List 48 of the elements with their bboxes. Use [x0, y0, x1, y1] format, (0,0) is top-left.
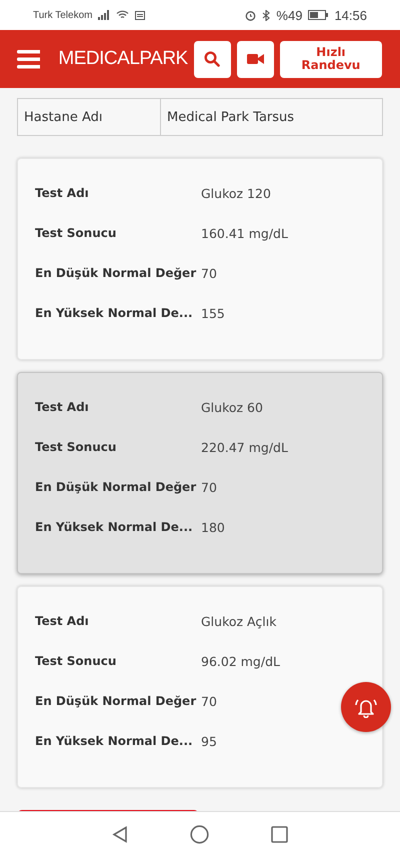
field-label: En Yüksek Normal De...	[35, 734, 194, 748]
field-label: En Yüksek Normal De...	[35, 306, 194, 320]
recent-apps-icon[interactable]	[271, 826, 288, 842]
field-value: 70	[201, 480, 218, 494]
field-value: 70	[201, 694, 218, 708]
field-value: 70	[201, 266, 218, 280]
result-card[interactable]: Test Adı Glukoz 120 Test Sonucu 160.41 mg/dL En Düşük Normal Değer 70 En Yüksek Normal De... 155	[17, 158, 383, 360]
field-value: 95	[201, 734, 218, 748]
field-value: 160.41 mg/dL	[201, 226, 289, 240]
battery-percent: %49	[276, 8, 302, 22]
menu-icon[interactable]	[17, 50, 40, 68]
table-cell-text: Hastane Adı	[23, 108, 104, 126]
field-label: Test Adı	[35, 614, 90, 628]
back-icon[interactable]	[112, 826, 128, 842]
result-card[interactable]: Test Adı Glukoz Açlık Test Sonucu 96.02 mg/dL En Düşük Normal Değer 70 En Yüksek Normal De... 95	[17, 586, 383, 788]
field-label: Test Sonucu	[35, 654, 118, 668]
alarm-icon	[245, 10, 256, 20]
result-card[interactable]: Test Adı Glukoz 60 Test Sonucu 220.47 mg/dL En Düşük Normal Değer 70 En Yüksek Normal De... 180	[17, 372, 383, 574]
home-icon[interactable]	[190, 824, 209, 844]
quick-appointment-button[interactable]: Hızlı Randevu	[280, 40, 382, 78]
battery-icon	[308, 10, 328, 20]
field-value: Glukoz 120	[201, 186, 272, 200]
carrier-name: Turk Telekom	[33, 10, 92, 20]
notification-icon	[135, 10, 146, 20]
brand-logo[interactable]: MEDICALPARK	[58, 48, 188, 70]
field-label: En Düşük Normal Değer	[35, 266, 198, 280]
field-value: 220.47 mg/dL	[201, 440, 289, 454]
field-label: Test Sonucu	[35, 440, 118, 454]
field-label: En Düşük Normal Değer	[35, 480, 198, 494]
field-label: Test Adı	[35, 186, 90, 200]
clock-time: 14:56	[334, 8, 367, 22]
wifi-icon	[116, 10, 130, 20]
bluetooth-icon	[262, 10, 270, 20]
field-value: 155	[201, 306, 226, 320]
search-icon	[204, 51, 220, 67]
video-camera-icon	[246, 53, 264, 65]
field-label: En Yüksek Normal De...	[35, 520, 194, 534]
field-label: Test Adı	[35, 400, 90, 414]
video-call-button[interactable]	[236, 40, 274, 78]
field-value: 180	[201, 520, 226, 534]
search-button[interactable]	[194, 40, 231, 78]
field-label: Test Sonucu	[35, 226, 118, 240]
field-label: En Düşük Normal Değer	[35, 694, 198, 708]
field-value: Glukoz 60	[201, 400, 264, 414]
field-value: 96.02 mg/dL	[201, 654, 281, 668]
signal-icon	[98, 10, 110, 20]
field-value: Glukoz Açlık	[201, 614, 278, 628]
table-cell: Medical Park Tarsus	[160, 99, 382, 135]
